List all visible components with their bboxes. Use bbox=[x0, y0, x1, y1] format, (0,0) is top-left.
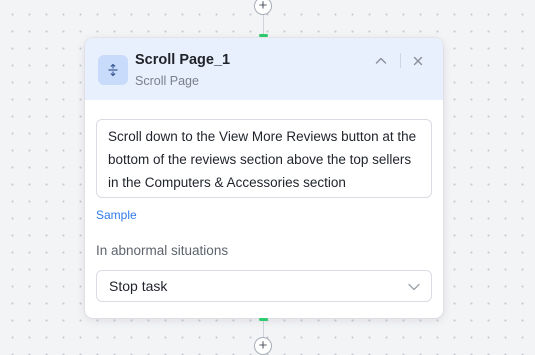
instruction-input[interactable]: Scroll down to the View More Reviews but… bbox=[96, 119, 432, 198]
add-step-button-bottom[interactable]: + bbox=[254, 337, 272, 355]
output-port[interactable] bbox=[259, 318, 268, 321]
chevron-up-icon[interactable] bbox=[372, 52, 390, 70]
node-type-label: Scroll Page bbox=[135, 74, 199, 88]
input-port[interactable] bbox=[259, 34, 268, 37]
close-icon[interactable] bbox=[409, 52, 427, 70]
node-header: Scroll Page_1 Scroll Page bbox=[85, 38, 443, 100]
node-title: Scroll Page_1 bbox=[135, 52, 231, 68]
add-step-button-top[interactable]: + bbox=[254, 0, 272, 15]
scroll-vertical-icon bbox=[98, 55, 128, 85]
sample-link[interactable]: Sample bbox=[96, 208, 137, 222]
chevron-down-icon bbox=[408, 283, 420, 291]
abnormal-situations-label: In abnormal situations bbox=[96, 243, 229, 258]
scroll-page-node[interactable]: Scroll Page_1 Scroll Page Scroll down to… bbox=[85, 38, 443, 318]
abnormal-action-select[interactable]: Stop task bbox=[96, 270, 432, 302]
abnormal-action-value: Stop task bbox=[109, 278, 168, 294]
header-divider bbox=[400, 53, 401, 68]
